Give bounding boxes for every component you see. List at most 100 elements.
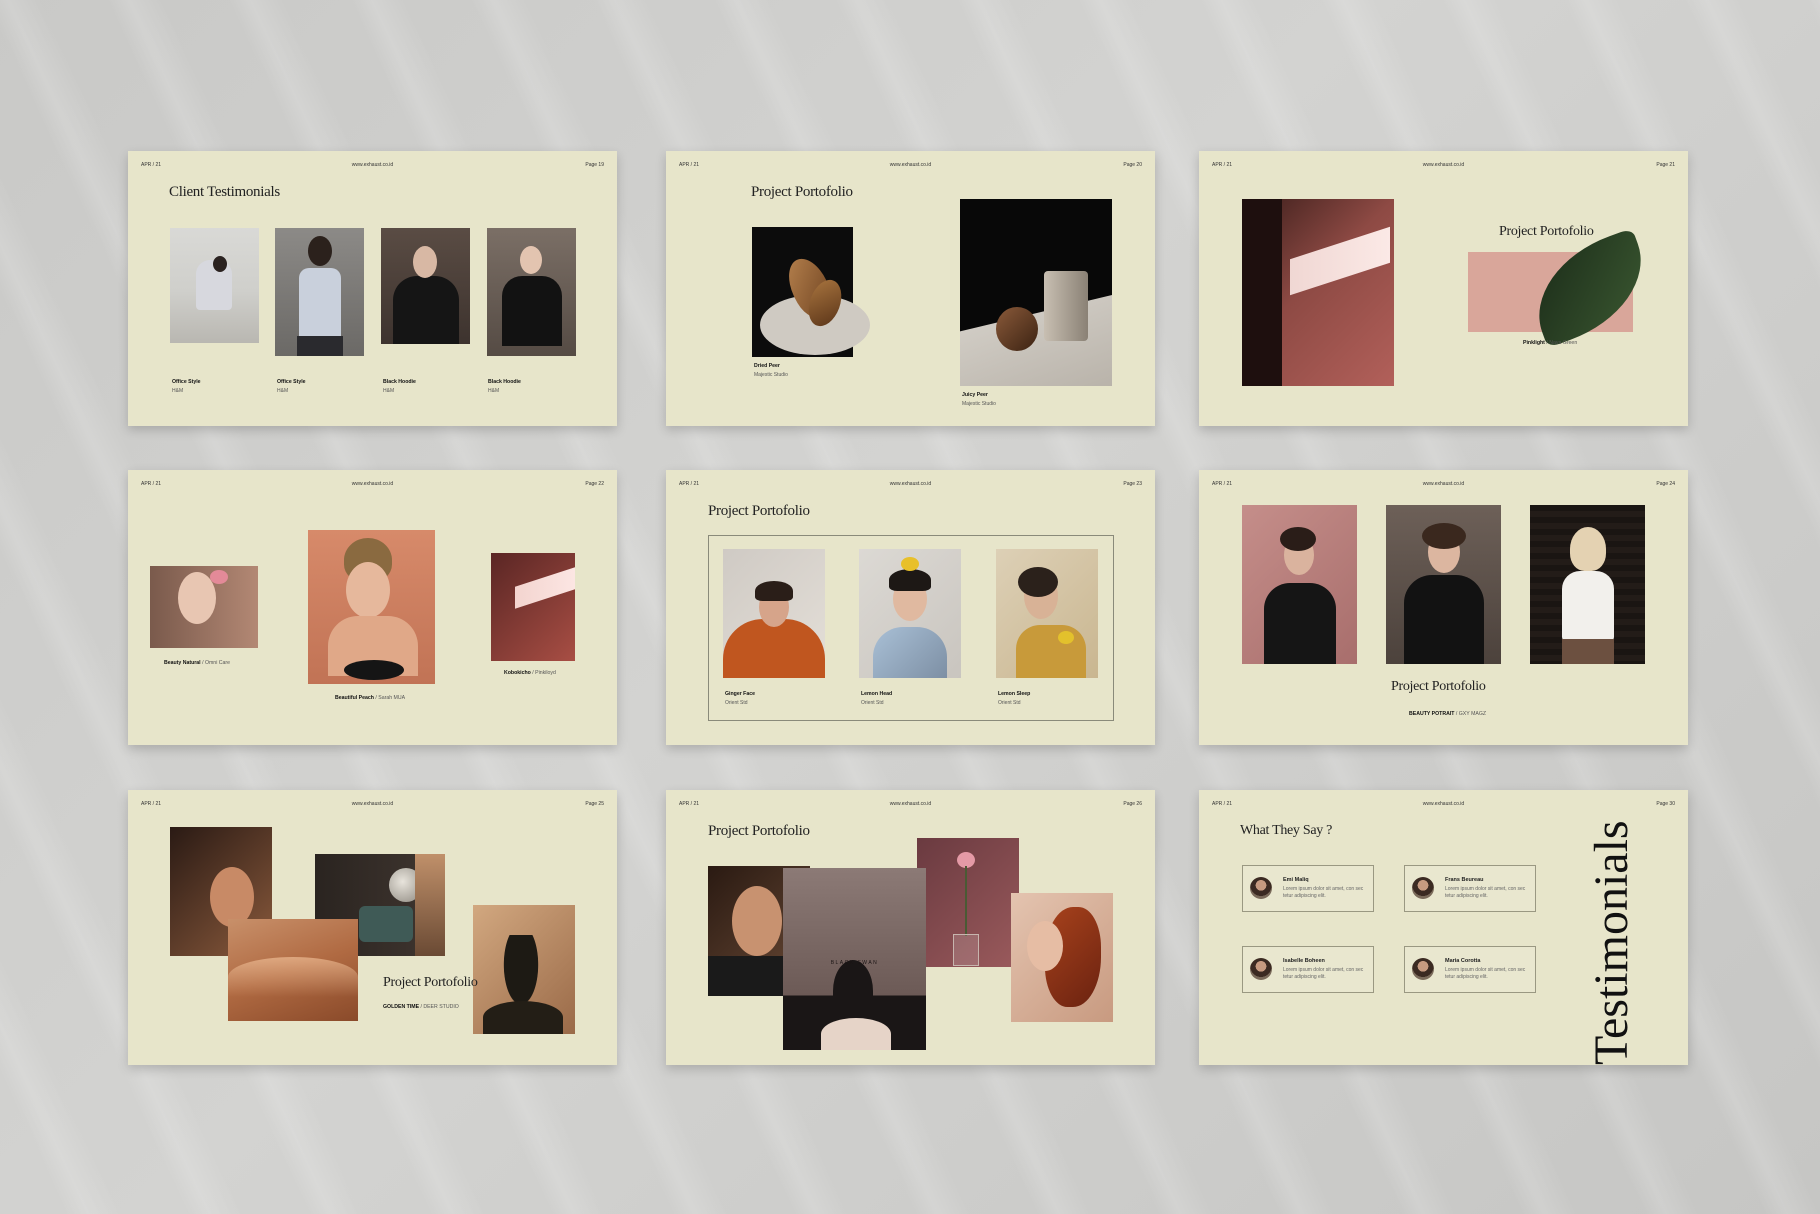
testimonial-name: Frans Beureau [1445,877,1484,883]
slide-page-24[interactable]: APR / 21 www.exhaust.co.id Page 24 Proje… [1199,470,1688,745]
slide-page-22[interactable]: APR / 21 www.exhaust.co.id Page 22 Beaut… [128,470,617,745]
caption-pinklight: Pinklight / Nava Green [1523,340,1577,346]
slide-title: Project Portofolio [383,975,478,990]
caption-name-juicy-peer: Juicy Peer [962,392,988,398]
slide-title: Client Testimonials [169,184,280,200]
slide-url: www.exhaust.co.id [1422,801,1465,807]
slide-page-number: Page 19 [585,162,604,168]
caption-name-3: Black Hoodie [383,379,416,385]
photo-lemon-sleep [996,549,1098,678]
caption-sub-lemon-sleep: Orient Std [998,700,1021,706]
caption-name-lemon-sleep: Lemon Sleep [998,691,1031,697]
testimonial-text: Lorem ipsum dolor sit amet, con sec tetu… [1445,967,1526,980]
testimonial-name: Isabelle Boheen [1283,958,1325,964]
photo-beautiful-peach [308,530,435,684]
photo-pink-room [1242,199,1394,386]
slide-title: Project Portofolio [1499,224,1594,239]
side-title-testimonials: Testimonials [1585,820,1638,1065]
testimonial-text: Lorem ipsum dolor sit amet, con sec tetu… [1283,967,1364,980]
testimonial-card[interactable]: Maria Corotta Lorem ipsum dolor sit amet… [1404,946,1536,993]
testimonial-name: Emi Maliq [1283,877,1309,883]
testimonial-text: Lorem ipsum dolor sit amet, con sec tetu… [1283,886,1364,899]
slide-title: Project Portofolio [1391,679,1486,694]
photo-black-hoodie-2 [487,228,576,356]
photo-portrait-1 [1242,505,1357,664]
photo-kobokicho [491,553,575,661]
caption-beauty-natural: Beauty Natural / Omni Care [164,660,231,666]
slide-url: www.exhaust.co.id [889,162,932,168]
testimonial-card[interactable]: Isabelle Boheen Lorem ipsum dolor sit am… [1242,946,1374,993]
photo-beauty-natural [150,566,258,648]
slide-page-19[interactable]: APR / 21 www.exhaust.co.id Page 19 Clien… [128,151,617,426]
slide-url: www.exhaust.co.id [351,801,394,807]
photo-lemon-head [859,549,961,678]
caption-name-2: Office Style [277,379,306,385]
caption-golden-time: GOLDEN TIME / DEER STUDIO [383,1004,459,1010]
testimonial-card[interactable]: Frans Beureau Lorem ipsum dolor sit amet… [1404,865,1536,912]
slide-title: What They Say ? [1240,823,1333,838]
photo-desert [228,919,358,1021]
slide-page-number: Page 26 [1123,801,1142,807]
photo-office-style-2 [275,228,364,356]
caption-sub-4: H&M [488,388,500,394]
photo-portrait-2 [1386,505,1501,664]
slide-page-number: Page 24 [1656,481,1675,487]
caption-rest: / Nava Green [1544,340,1578,346]
testimonial-card[interactable]: Emi Maliq Lorem ipsum dolor sit amet, co… [1242,865,1374,912]
caption-sub-ginger-face: Orient Std [725,700,748,706]
caption-name-dried-peer: Dried Peer [754,363,780,369]
avatar [1250,958,1272,980]
photo-ginger-face [723,549,825,678]
caption-bold: Pinklight [1523,340,1545,346]
photo-black-hoodie-1 [381,228,470,344]
caption-name-4: Black Hoodie [488,379,521,385]
photo-palm-shadow [473,905,575,1034]
slide-page-number: Page 22 [585,481,604,487]
slide-url: www.exhaust.co.id [351,481,394,487]
photo-juicy-pear [960,199,1112,386]
slide-page-25[interactable]: APR / 21 www.exhaust.co.id Page 25 Proje… [128,790,617,1065]
caption-sub-2: H&M [277,388,289,394]
slide-page-number: Page 21 [1656,162,1675,168]
photo-dried-pear [752,227,870,357]
slide-url: www.exhaust.co.id [1422,162,1465,168]
slide-url: www.exhaust.co.id [889,801,932,807]
testimonial-text: Lorem ipsum dolor sit amet, con sec tetu… [1445,886,1526,899]
caption-beauty-potrait: BEAUTY POTRAIT / GXY MAGZ [1409,711,1487,717]
caption-sub-1: H&M [172,388,184,394]
slide-page-20[interactable]: APR / 21 www.exhaust.co.id Page 20 Proje… [666,151,1155,426]
testimonial-name: Maria Corotta [1445,958,1481,964]
slide-url: www.exhaust.co.id [1422,481,1465,487]
slide-page-23[interactable]: APR / 21 www.exhaust.co.id Page 23 Proje… [666,470,1155,745]
slide-url: www.exhaust.co.id [351,162,394,168]
black-swan-overlay-text: BLACK SWAN [830,960,879,966]
caption-sub-juicy-peer: Majestic Studio [962,401,996,407]
caption-kobokicho: Kobokicho / Pinkiloyd [504,670,556,676]
slide-page-21[interactable]: APR / 21 www.exhaust.co.id Page 21 Proje… [1199,151,1688,426]
avatar [1250,877,1272,899]
photo-office-style-1 [170,228,259,343]
avatar [1412,877,1434,899]
caption-name-ginger-face: Ginger Face [725,691,755,697]
slide-page-number: Page 30 [1656,801,1675,807]
slide-page-number: Page 23 [1123,481,1142,487]
caption-sub-3: H&M [383,388,395,394]
slide-page-number: Page 20 [1123,162,1142,168]
slide-page-30[interactable]: APR / 21 www.exhaust.co.id Page 30 What … [1199,790,1688,1065]
photo-black-swan: BLACK SWAN [783,868,926,1050]
avatar [1412,958,1434,980]
photo-red-hair-profile [1011,893,1113,1022]
slide-url: www.exhaust.co.id [889,481,932,487]
slide-title: Project Portofolio [708,503,810,519]
slide-page-26[interactable]: APR / 21 www.exhaust.co.id Page 26 Proje… [666,790,1155,1065]
caption-sub-lemon-head: Orient Std [861,700,884,706]
slide-title: Project Portofolio [751,184,853,200]
caption-name-lemon-head: Lemon Head [861,691,893,697]
slide-title: Project Portofolio [708,823,810,839]
slide-page-number: Page 25 [585,801,604,807]
photo-portrait-3 [1530,505,1645,664]
caption-beautiful-peach: Beautiful Peach / Sarah MUA [335,695,406,701]
caption-sub-dried-peer: Majestic Studio [754,372,788,378]
photo-pinklight-leaf [1468,228,1661,348]
caption-name-1: Office Style [172,379,201,385]
